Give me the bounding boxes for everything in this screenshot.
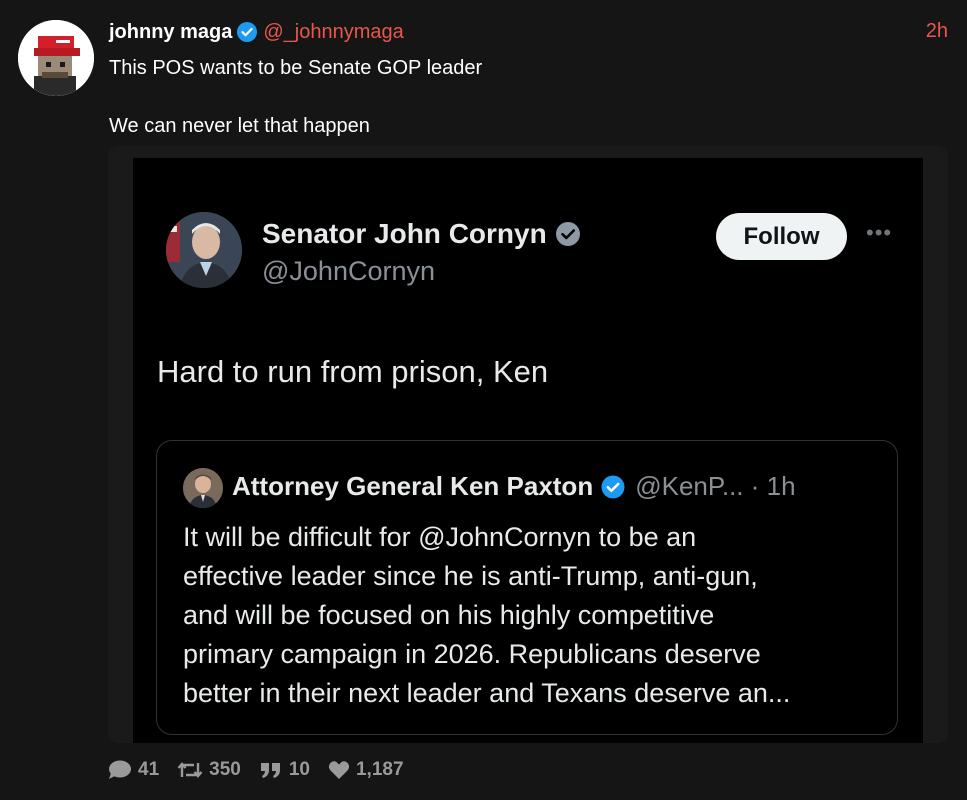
post-text: This POS wants to be Senate GOP leader W… (109, 56, 482, 138)
pixel-avatar-image (18, 20, 94, 96)
embedded-image[interactable]: Senator John Cornyn @JohnCornyn Follow •… (108, 146, 948, 743)
cornyn-name-row: Senator John Cornyn (262, 218, 581, 250)
quoted-tweet-header: Attorney General Ken Paxton @KenP... · 1… (232, 471, 796, 502)
like-count: 1,187 (355, 759, 404, 780)
cornyn-tweet-text: Hard to run from prison, Ken (157, 354, 549, 389)
post-timestamp[interactable]: 2h (926, 20, 948, 43)
quoted-tweet: Attorney General Ken Paxton @KenP... · 1… (156, 440, 898, 735)
quoted-text-line: better in their next leader and Texans d… (183, 678, 791, 708)
author-handle[interactable]: @_johnnymaga (263, 21, 403, 44)
verified-badge-icon (237, 22, 258, 42)
author-avatar[interactable] (18, 20, 94, 96)
author-name[interactable]: johnny maga (109, 21, 232, 44)
post-text-line: This POS wants to be Senate GOP leader (109, 57, 483, 79)
repost-count: 350 (209, 759, 241, 780)
quote-count: 10 (288, 759, 310, 780)
cornyn-avatar (166, 212, 242, 288)
follow-button: Follow (716, 213, 847, 260)
engagement-bar: 41 350 10 1,187 (108, 758, 422, 782)
repost-icon (177, 762, 203, 778)
quoted-tweet-text: It will be difficult for @JohnCornyn to … (183, 518, 883, 713)
cornyn-name: Senator John Cornyn (262, 218, 547, 249)
quote-icon (260, 763, 280, 778)
quote-button[interactable]: 10 (259, 759, 310, 781)
cornyn-handle: @JohnCornyn (262, 256, 435, 286)
repost-button[interactable]: 350 (177, 759, 241, 781)
paxton-handle-time: @KenP... · 1h (635, 471, 796, 501)
paxton-avatar (183, 468, 223, 508)
like-button[interactable]: 1,187 (328, 759, 404, 781)
post-header: johnny maga @_johnnymaga (109, 20, 404, 44)
reply-button[interactable]: 41 (108, 759, 159, 781)
more-options-icon: ••• (866, 220, 893, 245)
verified-badge-icon (555, 221, 581, 247)
quoted-text-line: primary campaign in 2026. Republicans de… (183, 639, 761, 669)
quoted-text-line: It will be difficult for @JohnCornyn to … (183, 522, 697, 552)
post-text-line: We can never let that happen (109, 115, 370, 137)
heart-icon (328, 761, 350, 779)
quoted-text-line: effective leader since he is anti-Trump,… (183, 561, 758, 591)
verified-badge-icon (601, 475, 625, 499)
quoted-text-line: and will be focused on his highly compet… (183, 600, 715, 630)
reply-count: 41 (138, 759, 160, 780)
paxton-name: Attorney General Ken Paxton (232, 471, 594, 501)
screenshot-tweet: Senator John Cornyn @JohnCornyn Follow •… (133, 158, 923, 743)
comment-icon (109, 760, 131, 779)
